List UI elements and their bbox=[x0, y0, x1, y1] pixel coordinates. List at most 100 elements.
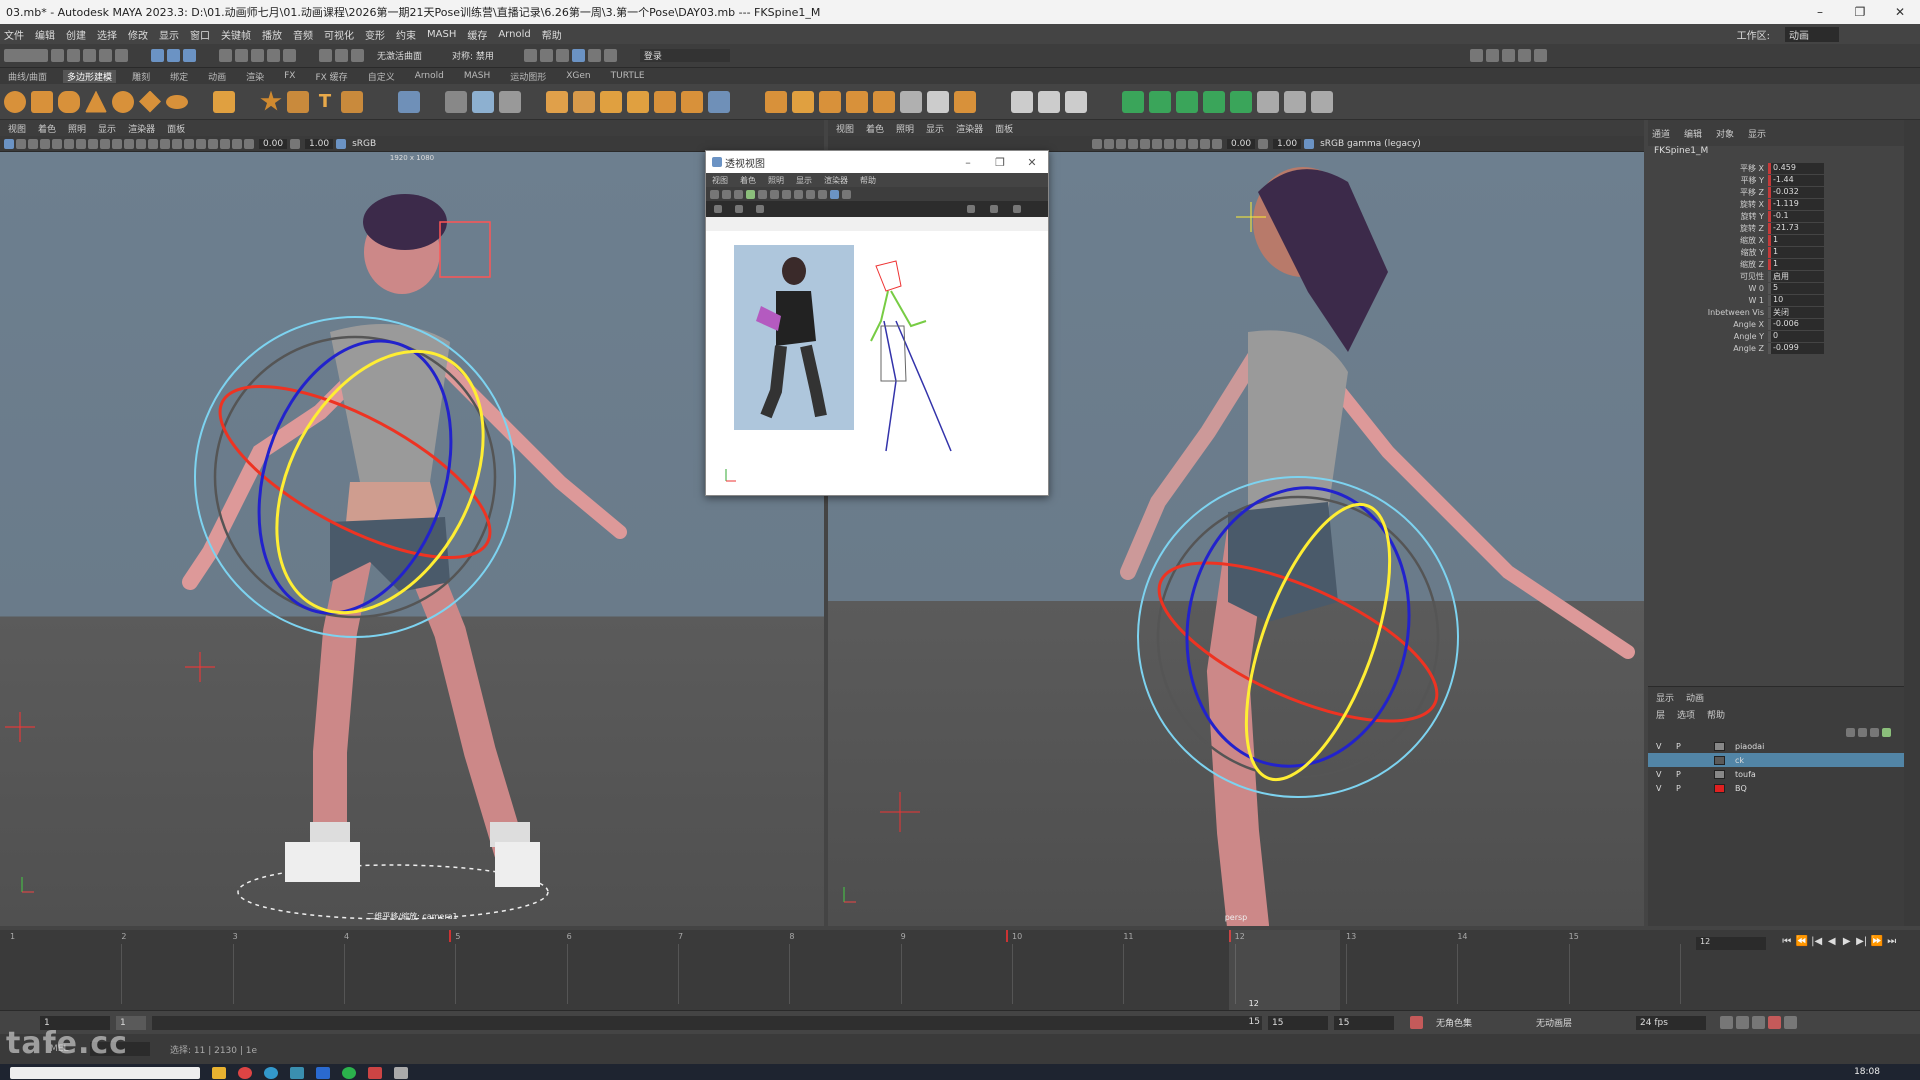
layer-row[interactable]: V P BQ bbox=[1648, 781, 1904, 795]
shelf-tab-arnold[interactable]: Arnold bbox=[411, 71, 448, 81]
layer-menu-options[interactable]: 选项 bbox=[1677, 708, 1695, 721]
bookmark-icon[interactable] bbox=[16, 138, 26, 149]
tool-settings-icon[interactable] bbox=[1517, 49, 1531, 62]
quad-draw-icon[interactable] bbox=[819, 90, 841, 113]
poly-cylinder-icon[interactable] bbox=[58, 90, 80, 113]
ipr-icon[interactable] bbox=[351, 49, 364, 62]
vp-right-menu-renderer[interactable]: 渲染器 bbox=[956, 122, 983, 135]
sidebar-toggle-icon[interactable] bbox=[1469, 49, 1483, 62]
vp-right-colorspace[interactable]: sRGB gamma (legacy) bbox=[1320, 139, 1421, 149]
color-management-icon[interactable] bbox=[1304, 138, 1315, 149]
file-explorer-icon[interactable] bbox=[212, 1067, 226, 1079]
shelf-tab-turtle[interactable]: TURTLE bbox=[607, 71, 649, 81]
snap-curve-icon[interactable] bbox=[235, 49, 248, 62]
float-menu-show[interactable]: 显示 bbox=[796, 175, 812, 186]
app-red-icon[interactable] bbox=[368, 1067, 382, 1079]
float-image-plane-icon[interactable] bbox=[734, 189, 743, 199]
layer-move-up-icon[interactable] bbox=[1846, 727, 1855, 737]
channel-attr-row[interactable]: W 1 10 bbox=[1648, 294, 1904, 306]
bevel-icon[interactable] bbox=[600, 90, 622, 113]
channel-attr-name[interactable]: Angle X bbox=[1648, 320, 1768, 329]
hypershade-icon[interactable] bbox=[539, 49, 553, 62]
vp-right-menu-shading[interactable]: 着色 bbox=[866, 122, 884, 135]
keyframe-marker[interactable] bbox=[449, 930, 452, 942]
browser-icon[interactable] bbox=[264, 1067, 278, 1079]
redo-icon[interactable] bbox=[115, 49, 128, 62]
float-light-icon[interactable] bbox=[818, 189, 827, 199]
render-frame-icon[interactable] bbox=[587, 49, 601, 62]
menu-constrain[interactable]: 约束 bbox=[396, 27, 416, 42]
sound-icon[interactable] bbox=[1752, 1016, 1765, 1029]
menu-mash[interactable]: MASH bbox=[427, 29, 456, 40]
playback-button[interactable]: ◀ bbox=[1824, 936, 1839, 947]
bridge-icon[interactable] bbox=[573, 90, 595, 113]
gp-next-icon[interactable] bbox=[735, 205, 743, 213]
channel-attr-name[interactable]: 旋转 X bbox=[1648, 199, 1768, 210]
vp-left-exposure-field[interactable]: 0.00 bbox=[259, 138, 288, 149]
range-inner-end[interactable]: 15 bbox=[1249, 1017, 1260, 1027]
shelf-tab-custom[interactable]: 自定义 bbox=[364, 70, 399, 83]
save-scene-icon[interactable] bbox=[83, 49, 96, 62]
vp-left-menu-shading[interactable]: 着色 bbox=[38, 122, 56, 135]
layer-tab-anim[interactable]: 动画 bbox=[1686, 691, 1704, 704]
current-frame-field[interactable]: 12 bbox=[1696, 937, 1766, 950]
auto-key-icon[interactable] bbox=[1768, 1016, 1781, 1029]
playback-button[interactable]: ⏭ bbox=[1884, 936, 1899, 947]
auto-key-figure-icon[interactable] bbox=[1410, 1016, 1423, 1029]
channel-attr-value[interactable]: 1 bbox=[1768, 246, 1824, 258]
shelf-tab-motion-graphics[interactable]: 运动图形 bbox=[506, 70, 550, 83]
brush-icon[interactable] bbox=[1065, 90, 1087, 113]
float-res-gate-icon[interactable] bbox=[770, 189, 779, 199]
isolate-icon[interactable] bbox=[208, 138, 218, 149]
app-blue-icon[interactable] bbox=[316, 1067, 330, 1079]
gamma-icon[interactable] bbox=[290, 138, 301, 149]
layer-row[interactable]: ck bbox=[1648, 753, 1904, 767]
poly-cone-icon[interactable] bbox=[85, 90, 107, 113]
float-menu-shading[interactable]: 着色 bbox=[740, 175, 756, 186]
range-slider[interactable]: 15 bbox=[152, 1015, 1262, 1030]
new-layer-selected-icon[interactable] bbox=[1882, 727, 1891, 737]
channel-attr-name[interactable]: 缩放 Y bbox=[1648, 247, 1768, 258]
layer-name[interactable]: ck bbox=[1735, 756, 1744, 765]
layer-color-swatch[interactable] bbox=[1714, 783, 1725, 793]
paint-icon[interactable] bbox=[1038, 90, 1060, 113]
channel-attr-value[interactable]: 0.459 bbox=[1768, 162, 1824, 174]
floating-maximize-button[interactable]: ❐ bbox=[984, 156, 1016, 169]
float-shade-icon[interactable] bbox=[806, 189, 815, 199]
shelf-tab-fx-cache[interactable]: FX 缓存 bbox=[311, 70, 351, 83]
channel-attr-row[interactable]: 平移 X 0.459 bbox=[1648, 162, 1904, 174]
channel-attr-value[interactable]: 5 bbox=[1768, 282, 1824, 294]
channel-attr-value[interactable]: 关闭 bbox=[1768, 306, 1824, 318]
workspace-selector[interactable]: 工作区: 动画 bbox=[1737, 27, 1850, 42]
film-gate-icon[interactable] bbox=[76, 138, 86, 149]
grid-icon[interactable] bbox=[64, 138, 74, 149]
channel-attr-value[interactable]: -1.44 bbox=[1768, 174, 1824, 186]
anim-prefs-icon[interactable] bbox=[1784, 1016, 1797, 1029]
channel-attr-value[interactable]: -0.099 bbox=[1768, 342, 1824, 354]
render-settings-icon[interactable] bbox=[523, 49, 537, 62]
fill-hole-icon[interactable] bbox=[627, 90, 649, 113]
symmetry-tool-icon[interactable] bbox=[1284, 90, 1306, 113]
side-tabs-strip[interactable] bbox=[1904, 120, 1920, 926]
channel-attr-row[interactable]: 旋转 Z -21.73 bbox=[1648, 222, 1904, 234]
step-icon[interactable] bbox=[1736, 1016, 1749, 1029]
cb-tab-channels[interactable]: 通道 bbox=[1652, 127, 1670, 140]
modeling-toolkit-icon[interactable] bbox=[1485, 49, 1499, 62]
gate-mask-icon[interactable] bbox=[100, 138, 110, 149]
textured-icon[interactable] bbox=[160, 138, 170, 149]
playback-button[interactable]: ▶| bbox=[1854, 936, 1869, 947]
isolate-icon[interactable] bbox=[1188, 138, 1198, 149]
vp-left-gamma-field[interactable]: 1.00 bbox=[305, 138, 334, 149]
channel-attr-name[interactable]: W 1 bbox=[1648, 296, 1768, 305]
combine-icon[interactable] bbox=[398, 90, 420, 113]
merge-icon[interactable] bbox=[654, 90, 676, 113]
app-grey-icon[interactable] bbox=[394, 1067, 408, 1079]
uv-editor-icon[interactable] bbox=[927, 90, 949, 113]
wireframe-icon[interactable] bbox=[136, 138, 146, 149]
wireframe-icon[interactable] bbox=[1128, 138, 1138, 149]
float-mask-icon[interactable] bbox=[782, 189, 791, 199]
shelf-tab-mash[interactable]: MASH bbox=[460, 71, 494, 81]
vp-right-menu-show[interactable]: 显示 bbox=[926, 122, 944, 135]
floating-minimize-button[interactable]: – bbox=[952, 156, 984, 169]
lights-icon[interactable] bbox=[172, 138, 182, 149]
